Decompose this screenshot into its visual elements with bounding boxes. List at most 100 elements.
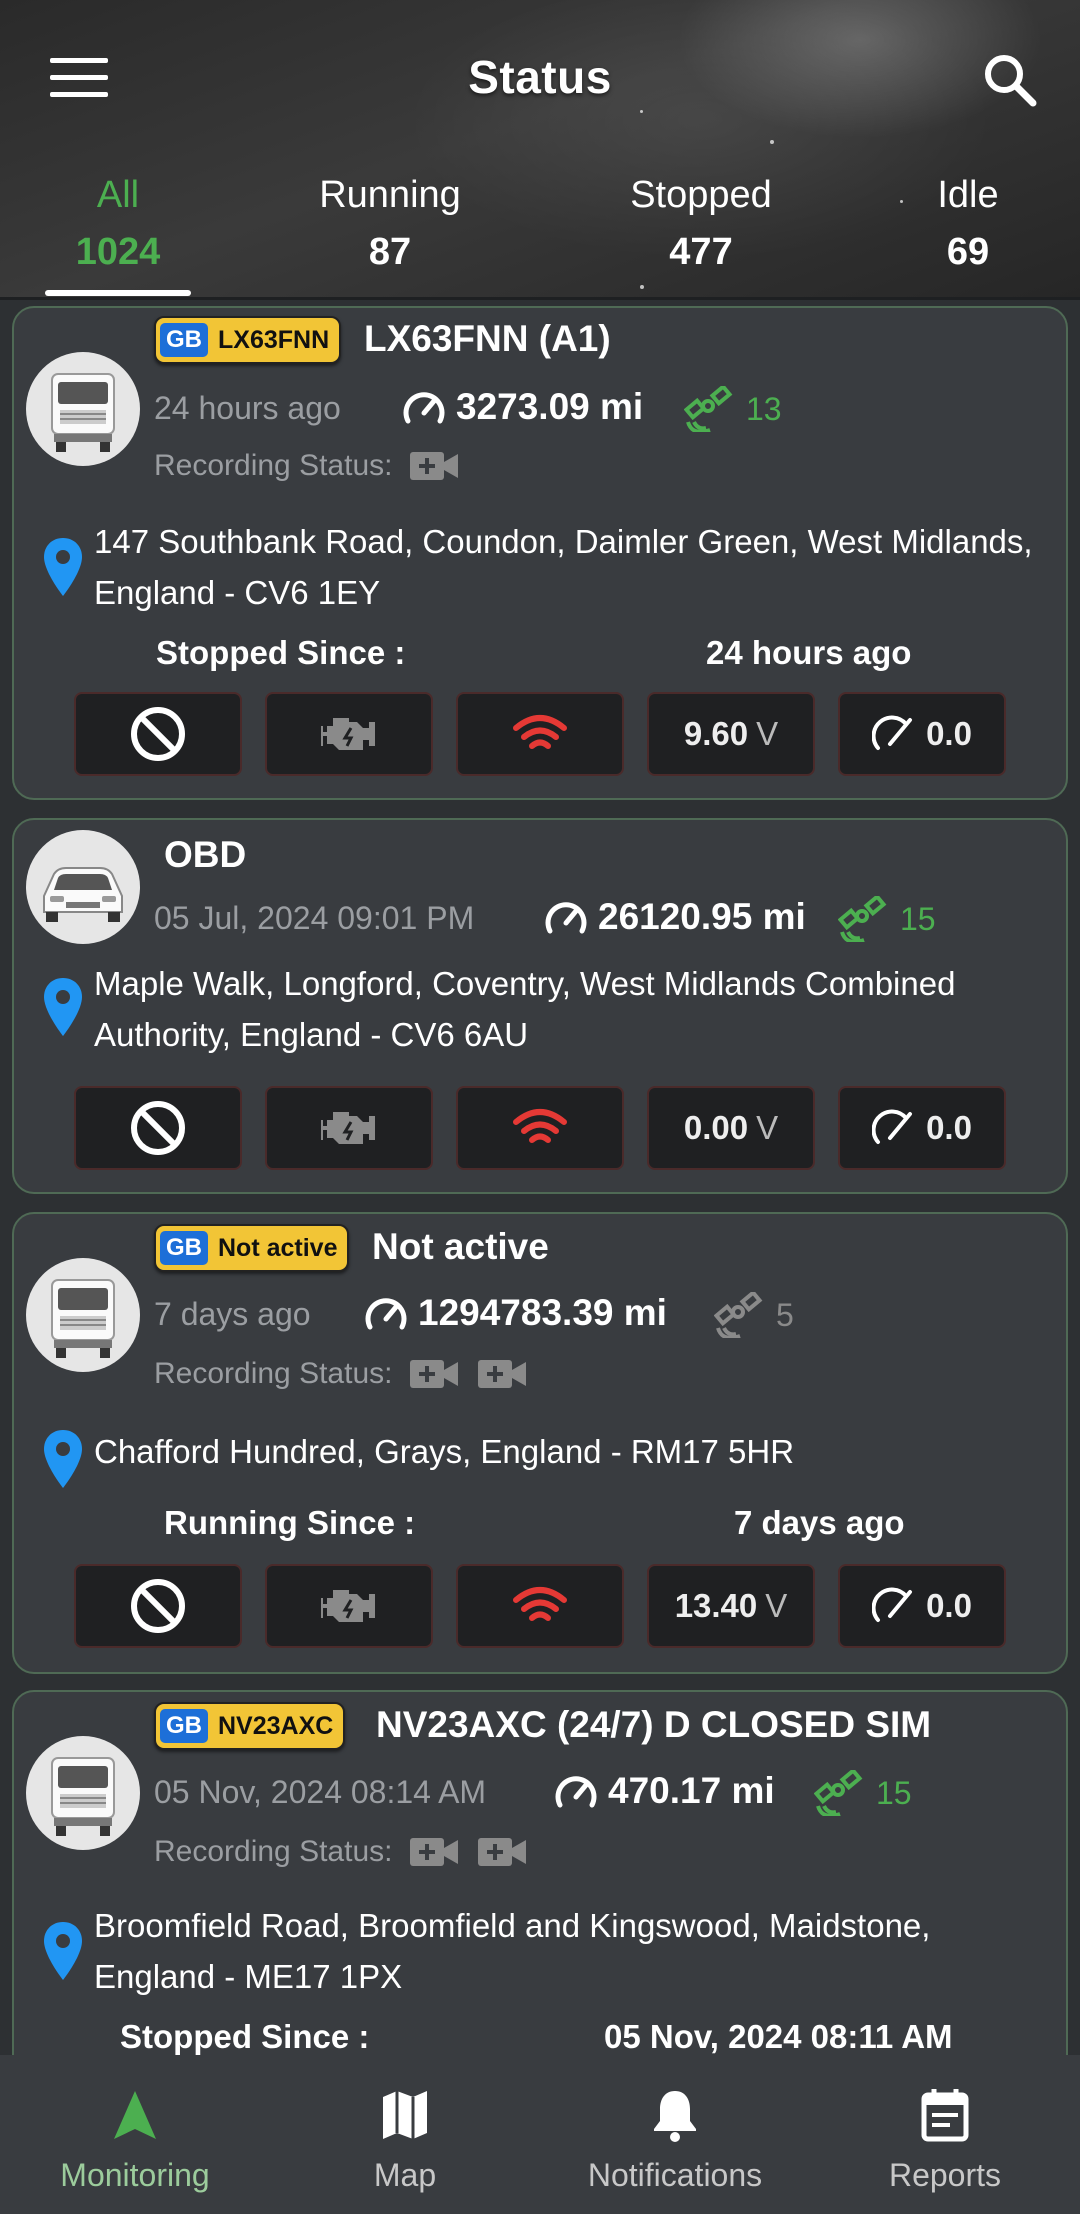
odometer-value: 1294783.39 mi [418, 1292, 667, 1333]
engine-icon [321, 1112, 375, 1144]
tab-running[interactable]: Running 87 [290, 174, 490, 274]
battery-voltage[interactable]: 0.00 V [647, 1086, 815, 1170]
vehicle-name: Not active [372, 1226, 549, 1267]
nav-label: Reports [888, 2157, 1002, 2193]
satellite-count: 5 [714, 1292, 794, 1338]
bottom-navigation: Monitoring Map Notifications Reports [0, 2055, 1080, 2214]
speedometer-icon [365, 1298, 407, 1330]
license-plate: GB NV23AXC [154, 1702, 346, 1750]
vehicle-list[interactable]: GB LX63FNN LX63FNN (A1) 24 hours ago 327… [0, 300, 1080, 2055]
immobilize-button[interactable] [74, 1564, 242, 1648]
nav-notifications[interactable]: Notifications [540, 2055, 810, 2214]
immobilize-button[interactable] [74, 692, 242, 776]
tab-count: 1024 [75, 231, 161, 273]
speed-gauge-icon [872, 715, 913, 750]
last-update-time: 05 Jul, 2024 09:01 PM [154, 900, 475, 936]
tab-label: All [96, 174, 140, 216]
recording-status: Recording Status: [154, 448, 460, 484]
tab-label: Stopped [630, 174, 772, 216]
plate-country: GB [160, 1709, 208, 1743]
wifi-icon [513, 1587, 567, 1621]
nav-label: Notifications [587, 2157, 763, 2193]
since-label: Stopped Since : [120, 2018, 370, 2055]
nav-label: Monitoring [60, 2157, 210, 2193]
video-camera-add-icon [410, 1360, 459, 1388]
block-icon [131, 1579, 185, 1633]
last-update-time: 05 Nov, 2024 08:14 AM [154, 1774, 487, 1810]
tab-count: 477 [669, 231, 733, 273]
satellite-icon [814, 1770, 863, 1816]
satellite-count: 15 [814, 1770, 912, 1816]
battery-voltage[interactable]: 13.40 V [647, 1564, 815, 1648]
calendar-report-icon [921, 2089, 969, 2142]
network-status-button[interactable] [456, 692, 624, 776]
immobilize-button[interactable] [74, 1086, 242, 1170]
search-icon[interactable] [980, 50, 1040, 110]
tab-all[interactable]: All 1024 [18, 174, 218, 274]
odometer: 1294783.39 mi [364, 1292, 667, 1334]
current-speed[interactable]: 0.0 [838, 1086, 1006, 1170]
tab-idle[interactable]: Idle 69 [868, 174, 1068, 274]
vehicle-address: Chafford Hundred, Grays, England - RM17 … [94, 1433, 795, 1470]
since-label: Stopped Since : [156, 634, 406, 671]
engine-icon [321, 1590, 375, 1622]
status-tabs: All 1024 Running 87 Stopped 477 Idle 69 [0, 170, 1080, 300]
recording-status-label: Recording Status: [154, 449, 393, 482]
speed-value: 0.0 [926, 1109, 972, 1146]
truck-avatar-icon [26, 1258, 140, 1372]
nav-reports[interactable]: Reports [810, 2055, 1080, 2214]
engine-status-button[interactable] [265, 1086, 433, 1170]
plate-country: GB [160, 323, 208, 357]
engine-status-button[interactable] [265, 692, 433, 776]
plate-number: NV23AXC [218, 1711, 334, 1740]
background-star [770, 140, 774, 144]
last-update-time: 24 hours ago [154, 390, 341, 426]
location-pin-icon [44, 538, 82, 596]
vehicle-card[interactable]: GB LX63FNN LX63FNN (A1) 24 hours ago 327… [12, 306, 1068, 800]
vehicle-name: OBD [164, 834, 247, 875]
nav-label: Map [373, 2157, 437, 2193]
bell-icon [654, 2091, 696, 2142]
since-value: 05 Nov, 2024 08:11 AM [604, 2018, 953, 2055]
satellite-count: 15 [838, 896, 936, 942]
tab-stopped[interactable]: Stopped 477 [601, 174, 801, 274]
navigation-arrow-icon [114, 2091, 156, 2139]
active-tab-indicator [45, 290, 191, 296]
since-label: Running Since : [164, 1504, 416, 1541]
map-icon [383, 2091, 427, 2139]
vehicle-address: Maple Walk, Longford, Coventry, West Mid… [94, 965, 956, 1053]
plate-number: Not active [218, 1233, 338, 1262]
voltage-unit: V [756, 715, 779, 752]
wifi-icon [513, 715, 567, 749]
speed-value: 0.0 [926, 715, 972, 752]
vehicle-card[interactable]: OBD 05 Jul, 2024 09:01 PM 26120.95 mi 15 [12, 818, 1068, 1194]
speedometer-icon [403, 392, 445, 424]
vehicle-card[interactable]: GB NV23AXC NV23AXC (24/7) D CLOSED SIM 0… [12, 1690, 1068, 2055]
license-plate: GB Not active [154, 1224, 350, 1272]
location-pin-icon [44, 1430, 82, 1488]
nav-map[interactable]: Map [270, 2055, 540, 2214]
odometer-value: 26120.95 mi [598, 896, 806, 937]
tab-count: 69 [946, 231, 990, 273]
network-status-button[interactable] [456, 1086, 624, 1170]
vehicle-address: Broomfield Road, Broomfield and Kingswoo… [94, 1907, 931, 1995]
battery-voltage[interactable]: 9.60 V [647, 692, 815, 776]
voltage-value: 13.40 [674, 1587, 758, 1624]
speed-value: 0.0 [926, 1587, 972, 1624]
speed-gauge-icon [872, 1109, 913, 1144]
voltage-unit: V [765, 1587, 788, 1624]
video-camera-add-icon [478, 1838, 527, 1866]
vehicle-name: LX63FNN (A1) [364, 318, 611, 359]
vehicle-card[interactable]: GB Not active Not active 7 days ago 1294… [12, 1212, 1068, 1674]
speedometer-icon [555, 1776, 597, 1808]
location-pin-icon [44, 978, 82, 1036]
satellite-value: 13 [746, 390, 782, 427]
nav-monitoring[interactable]: Monitoring [0, 2055, 270, 2214]
voltage-unit: V [756, 1109, 779, 1146]
odometer-value: 470.17 mi [608, 1770, 775, 1811]
engine-status-button[interactable] [265, 1564, 433, 1648]
network-status-button[interactable] [456, 1564, 624, 1648]
engine-icon [321, 718, 375, 750]
current-speed[interactable]: 0.0 [838, 1564, 1006, 1648]
current-speed[interactable]: 0.0 [838, 692, 1006, 776]
